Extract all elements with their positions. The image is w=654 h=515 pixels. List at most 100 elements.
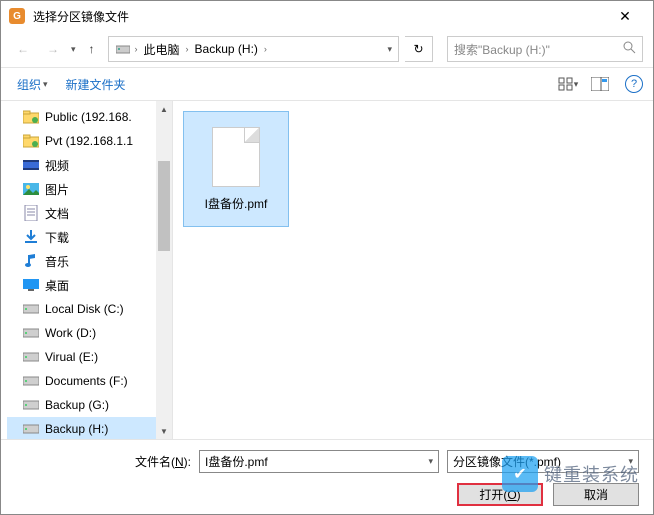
tree-item[interactable]: Backup (H:) xyxy=(7,417,172,439)
tree-item-label: Documents (F:) xyxy=(45,374,128,388)
picture-icon xyxy=(23,181,39,197)
folder-net-icon xyxy=(23,109,39,125)
file-type-value: 分区镜像文件(*.pmf) xyxy=(453,453,561,470)
tree-item-label: 音乐 xyxy=(45,253,69,270)
address-dropdown-button[interactable]: ▾ xyxy=(387,44,392,55)
open-button-label: 打开(O) xyxy=(479,486,520,503)
search-placeholder: 搜索"Backup (H:)" xyxy=(454,41,623,58)
drive-icon xyxy=(23,373,39,389)
cancel-button[interactable]: 取消 xyxy=(553,483,639,506)
tree-item-label: Pvt (192.168.1.1 xyxy=(45,134,133,148)
tree-item-label: Public (192.168. xyxy=(45,110,132,124)
new-folder-button[interactable]: 新建文件夹 xyxy=(60,72,132,97)
arrow-right-icon: → xyxy=(47,42,59,56)
tree-item[interactable]: 视频 xyxy=(7,153,172,177)
toolbar: 组织 ▾ 新建文件夹 ▾ ? xyxy=(1,67,653,101)
tree-item-label: Backup (G:) xyxy=(45,398,109,412)
preview-pane-button[interactable] xyxy=(587,73,613,95)
nav-bar: ← → ▾ ↑ › 此电脑 › Backup (H:) › ▾ ↻ 搜索"Bac… xyxy=(1,31,653,67)
drive-icon xyxy=(115,41,131,57)
sidebar-scrollbar[interactable]: ▲ ▼ xyxy=(156,101,172,439)
close-button[interactable]: ✕ xyxy=(605,8,645,25)
file-type-select[interactable]: 分区镜像文件(*.pmf) ▾ xyxy=(447,450,639,473)
tree-item-label: 文档 xyxy=(45,205,69,222)
chevron-down-icon[interactable]: ▾ xyxy=(628,456,633,467)
file-list[interactable]: I盘备份.pmf xyxy=(173,101,653,439)
tree-item[interactable]: 音乐 xyxy=(7,249,172,273)
chevron-right-icon: › xyxy=(135,44,138,54)
tree-item-label: Local Disk (C:) xyxy=(45,302,124,316)
dialog-footer: 文件名(N): I盘备份.pmf ▾ 分区镜像文件(*.pmf) ▾ 打开(O)… xyxy=(1,439,653,514)
tree-item-label: 下载 xyxy=(45,229,69,246)
tree-item[interactable]: Backup (G:) xyxy=(7,393,172,417)
folder-tree: Public (192.168. Pvt (192.168.1.1 视频图片文档下载… xyxy=(1,101,173,439)
tree-item-label: Backup (H:) xyxy=(45,422,108,436)
chevron-down-icon[interactable]: ▾ xyxy=(428,456,433,467)
chevron-right-icon: › xyxy=(186,44,189,54)
filename-value: I盘备份.pmf xyxy=(205,453,268,470)
scrollbar-thumb[interactable] xyxy=(158,161,170,251)
tree-item-label: 桌面 xyxy=(45,277,69,294)
cancel-button-label: 取消 xyxy=(584,486,608,503)
scroll-down-button[interactable]: ▼ xyxy=(156,423,172,439)
dialog-body: Public (192.168. Pvt (192.168.1.1 视频图片文档下载… xyxy=(1,101,653,439)
document-icon xyxy=(23,205,39,221)
app-icon: G xyxy=(9,8,25,24)
address-bar[interactable]: › 此电脑 › Backup (H:) › ▾ xyxy=(108,36,399,62)
download-icon xyxy=(23,229,39,245)
refresh-button[interactable]: ↻ xyxy=(405,36,433,62)
tree-item[interactable]: 下载 xyxy=(7,225,172,249)
drive-icon xyxy=(23,397,39,413)
recent-locations-button[interactable]: ▾ xyxy=(71,44,76,55)
tree-item-label: 图片 xyxy=(45,181,69,198)
tree-item[interactable]: Virual (E:) xyxy=(7,345,172,369)
organize-label: 组织 xyxy=(17,76,41,93)
drive-icon xyxy=(23,349,39,365)
desktop-icon xyxy=(23,277,39,293)
drive-icon xyxy=(23,325,39,341)
tree-item[interactable]: Pvt (192.168.1.1 xyxy=(7,129,172,153)
nav-back-button[interactable]: ← xyxy=(11,37,35,61)
music-icon xyxy=(23,253,39,269)
tree-item[interactable]: 文档 xyxy=(7,201,172,225)
organize-button[interactable]: 组织 ▾ xyxy=(11,72,54,97)
tree-item-label: Virual (E:) xyxy=(45,350,98,364)
tree-item[interactable]: 桌面 xyxy=(7,273,172,297)
filename-label: 文件名(N): xyxy=(21,453,191,470)
file-name: I盘备份.pmf xyxy=(205,195,268,212)
chevron-down-icon: ▾ xyxy=(43,79,48,90)
arrow-left-icon: ← xyxy=(17,42,29,56)
folder-net-icon xyxy=(23,133,39,149)
video-icon xyxy=(23,157,39,173)
search-icon xyxy=(623,41,636,57)
help-button[interactable]: ? xyxy=(625,75,643,93)
scroll-up-button[interactable]: ▲ xyxy=(156,101,172,117)
view-mode-button[interactable]: ▾ xyxy=(555,73,581,95)
drive-icon xyxy=(23,421,39,437)
file-item-selected[interactable]: I盘备份.pmf xyxy=(183,111,289,227)
chevron-down-icon: ▾ xyxy=(574,79,579,90)
chevron-right-icon: › xyxy=(264,44,267,54)
drive-icon xyxy=(23,301,39,317)
nav-forward-button[interactable]: → xyxy=(41,37,65,61)
search-input[interactable]: 搜索"Backup (H:)" xyxy=(447,36,643,62)
tree-item-label: 视频 xyxy=(45,157,69,174)
tree-item[interactable]: Work (D:) xyxy=(7,321,172,345)
tree-item-label: Work (D:) xyxy=(45,326,96,340)
preview-pane-icon xyxy=(591,77,609,91)
tree-item[interactable]: Local Disk (C:) xyxy=(7,297,172,321)
new-folder-label: 新建文件夹 xyxy=(66,76,126,93)
breadcrumb-this-pc[interactable]: 此电脑 xyxy=(142,41,182,58)
tree-item[interactable]: Documents (F:) xyxy=(7,369,172,393)
title-bar: G 选择分区镜像文件 ✕ xyxy=(1,1,653,31)
arrow-up-icon: ↑ xyxy=(89,42,95,56)
tree-item[interactable]: 图片 xyxy=(7,177,172,201)
refresh-icon: ↻ xyxy=(413,42,423,56)
filename-input[interactable]: I盘备份.pmf ▾ xyxy=(199,450,439,473)
help-icon: ? xyxy=(631,78,637,90)
nav-up-button[interactable]: ↑ xyxy=(82,37,102,61)
tree-item[interactable]: Public (192.168. xyxy=(7,105,172,129)
window-title: 选择分区镜像文件 xyxy=(33,8,605,25)
open-button[interactable]: 打开(O) xyxy=(457,483,543,506)
breadcrumb-current[interactable]: Backup (H:) xyxy=(193,42,260,56)
